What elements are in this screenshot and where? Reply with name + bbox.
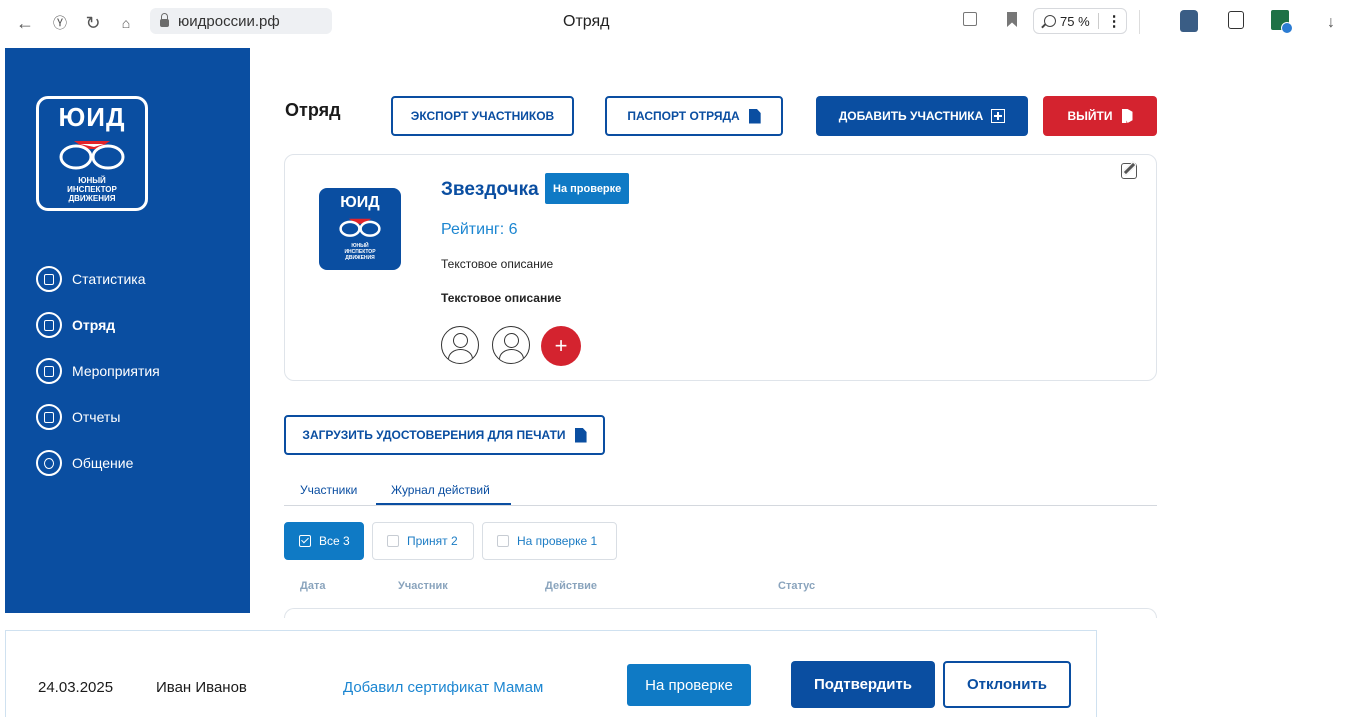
tab-action-log[interactable]: Журнал действий — [391, 483, 490, 497]
status-badge: На проверке — [545, 173, 630, 204]
tab-page-title: Отряд — [563, 13, 610, 30]
yandex-icon[interactable]: Ⓨ — [47, 10, 73, 36]
add-member-button[interactable]: ДОБАВИТЬ УЧАСТНИКА — [816, 96, 1028, 136]
reject-button[interactable]: Отклонить — [943, 661, 1071, 708]
sidebar-item-label: Общение — [72, 455, 134, 471]
address-bar[interactable]: юидроссии.рф — [150, 8, 332, 34]
events-icon — [36, 358, 62, 384]
squad-card: ЮИД ЮНЫЙ ИНСПЕКТОР ДВИЖЕНИЯ Звездочка На… — [284, 154, 1157, 381]
sidebar: ЮИД ЮНЫЙ ИНСПЕКТОР ДВИЖЕНИЯ Статистика О… — [5, 48, 250, 613]
column-header-status: Статус — [778, 580, 816, 592]
home-icon[interactable]: ⌂ — [113, 10, 139, 36]
document-icon — [748, 108, 761, 124]
reports-icon — [36, 404, 62, 430]
squad-name: Звездочка — [441, 179, 539, 200]
back-arrow-icon[interactable]: ← — [12, 10, 38, 36]
browser-toolbar: ← Ⓨ ↻ ⌂ юидроссии.рф Отряд 75 % ⋮ ↓ — [0, 0, 1345, 48]
chat-icon — [36, 450, 62, 476]
export-members-button[interactable]: ЭКСПОРТ УЧАСТНИКОВ — [391, 96, 574, 136]
edit-icon[interactable] — [1121, 163, 1137, 179]
checkbox-icon — [497, 535, 509, 547]
column-header-date: Дата — [300, 580, 326, 592]
checkbox-icon — [299, 535, 311, 547]
address-text: юидроссии.рф — [178, 12, 280, 30]
bookmark-icon[interactable] — [1007, 12, 1017, 27]
tab-members[interactable]: Участники — [300, 483, 357, 497]
more-menu-icon[interactable]: ⋮ — [1107, 12, 1122, 30]
zoom-icon — [1044, 15, 1056, 27]
lock-icon — [160, 13, 169, 27]
row-member: Иван Иванов — [156, 679, 247, 696]
squad-description-bold: Текстовое описание — [441, 291, 562, 305]
extension-icon[interactable] — [1228, 11, 1244, 29]
sidebar-item-label: Отчеты — [72, 409, 121, 425]
avatar[interactable] — [492, 326, 530, 364]
sidebar-item-label: Мероприятия — [72, 363, 160, 379]
filter-accepted[interactable]: Принят 2 — [372, 522, 474, 560]
zoom-control[interactable]: 75 % ⋮ — [1033, 8, 1127, 34]
excel-icon[interactable] — [1271, 10, 1293, 34]
logout-button[interactable]: ВЫЙТИ — [1043, 96, 1157, 136]
briefcase-icon[interactable] — [1180, 10, 1198, 32]
zoom-level: 75 % — [1060, 13, 1090, 29]
checkbox-icon — [387, 535, 399, 547]
sidebar-item-events[interactable]: Мероприятия — [36, 355, 160, 387]
column-header-action: Действие — [545, 580, 597, 592]
sidebar-item-chat[interactable]: Общение — [36, 447, 160, 479]
reload-icon[interactable]: ↻ — [80, 10, 106, 36]
row-date: 24.03.2025 — [38, 679, 114, 696]
sidebar-item-squad[interactable]: Отряд — [36, 309, 160, 341]
stats-icon — [36, 266, 62, 292]
logo-subtitle-2: ИНСПЕКТОР — [67, 185, 117, 194]
active-tab-indicator — [376, 503, 511, 505]
sidebar-nav: Статистика Отряд Мероприятия Отчеты Обще… — [36, 263, 160, 493]
logo[interactable]: ЮИД ЮНЫЙ ИНСПЕКТОР ДВИЖЕНИЯ — [36, 96, 148, 211]
logo-subtitle-1: ЮНЫЙ — [78, 176, 106, 185]
sidebar-item-label: Отряд — [72, 317, 116, 333]
row-status-badge: На проверке — [627, 664, 751, 706]
logo-subtitle-3: ДВИЖЕНИЯ — [68, 194, 116, 203]
squad-rating: Рейтинг: 6 — [441, 221, 518, 238]
sidebar-item-statistics[interactable]: Статистика — [36, 263, 160, 295]
table-row: 24.03.2025 Иван Иванов Добавил сертифика… — [5, 630, 1097, 717]
filter-on-review[interactable]: На проверке 1 — [482, 522, 617, 560]
row-action: Добавил сертификат Мамам — [343, 679, 544, 696]
confirm-button[interactable]: Подтвердить — [791, 661, 935, 708]
logo-emblem — [59, 141, 125, 170]
squad-description: Текстовое описание — [441, 257, 554, 271]
add-member-circle-button[interactable]: + — [541, 326, 581, 366]
squad-logo-emblem — [339, 218, 381, 237]
upload-certificates-button[interactable]: ЗАГРУЗИТЬ УДОСТОВЕРЕНИЯ ДЛЯ ПЕЧАТИ — [284, 415, 605, 455]
document-icon — [574, 427, 587, 443]
avatar[interactable] — [441, 326, 479, 364]
squad-passport-button[interactable]: ПАСПОРТ ОТРЯДА — [605, 96, 783, 136]
sidebar-item-reports[interactable]: Отчеты — [36, 401, 160, 433]
squad-logo: ЮИД ЮНЫЙ ИНСПЕКТОР ДВИЖЕНИЯ — [319, 188, 401, 270]
sidebar-item-label: Статистика — [72, 271, 146, 287]
column-header-member: Участник — [398, 580, 448, 592]
plus-icon — [991, 109, 1006, 123]
filter-all[interactable]: Все 3 — [284, 522, 364, 560]
squad-icon — [36, 312, 62, 338]
exit-icon — [1121, 109, 1133, 123]
download-icon[interactable]: ↓ — [1318, 10, 1344, 36]
logo-title: ЮИД — [58, 102, 126, 132]
translate-icon[interactable] — [963, 12, 977, 26]
page-title: Отряд — [285, 100, 341, 120]
